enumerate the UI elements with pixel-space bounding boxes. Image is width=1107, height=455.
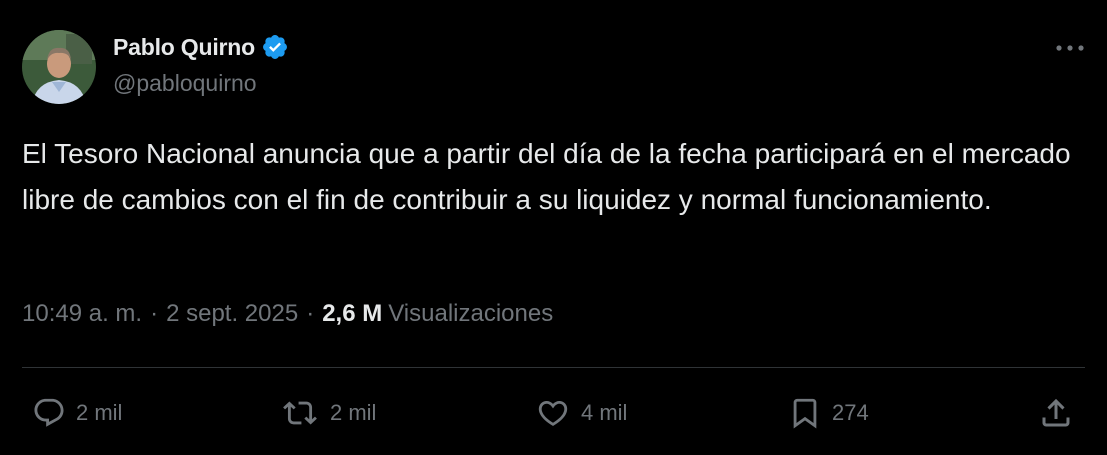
more-options-icon[interactable]: [1050, 36, 1090, 60]
avatar[interactable]: [22, 30, 96, 104]
views-count[interactable]: 2,6 M: [322, 300, 382, 328]
bookmark-button[interactable]: 274: [788, 390, 869, 436]
verified-badge-icon[interactable]: [261, 33, 289, 61]
reply-icon: [34, 398, 64, 427]
tweet-date[interactable]: 2 sept. 2025: [166, 300, 298, 328]
heart-icon: [538, 400, 568, 426]
tweet-time[interactable]: 10:49 a. m.: [22, 300, 142, 328]
tweet-metadata: 10:49 a. m. · 2 sept. 2025 · 2,6 M Visua…: [22, 300, 553, 328]
like-count: 4 mil: [581, 400, 628, 425]
meta-separator: ·: [306, 300, 315, 327]
author-name-row[interactable]: Pablo Quirno: [113, 32, 289, 62]
bookmark-icon: [793, 398, 817, 429]
reply-button[interactable]: 2 mil: [32, 390, 122, 436]
divider: [22, 367, 1085, 368]
repost-button[interactable]: 2 mil: [280, 390, 376, 436]
share-icon: [1042, 398, 1070, 427]
like-button[interactable]: 4 mil: [535, 390, 627, 436]
tweet-text: El Tesoro Nacional anuncia que a partir …: [22, 138, 1071, 215]
tweet-card: Pablo Quirno @pabloquirno El Tesoro Naci…: [0, 0, 1107, 455]
repost-icon: [283, 401, 317, 425]
share-button[interactable]: [1038, 390, 1074, 436]
reply-count: 2 mil: [76, 400, 123, 425]
views-label[interactable]: Visualizaciones: [388, 300, 553, 328]
repost-count: 2 mil: [330, 400, 377, 425]
author-display-name[interactable]: Pablo Quirno: [113, 34, 255, 61]
bookmark-count: 274: [832, 400, 869, 425]
author-handle[interactable]: @pabloquirno: [113, 70, 257, 97]
meta-separator: ·: [150, 300, 159, 327]
action-bar: 2 mil 2 mil 4 mil 274: [0, 390, 1107, 436]
